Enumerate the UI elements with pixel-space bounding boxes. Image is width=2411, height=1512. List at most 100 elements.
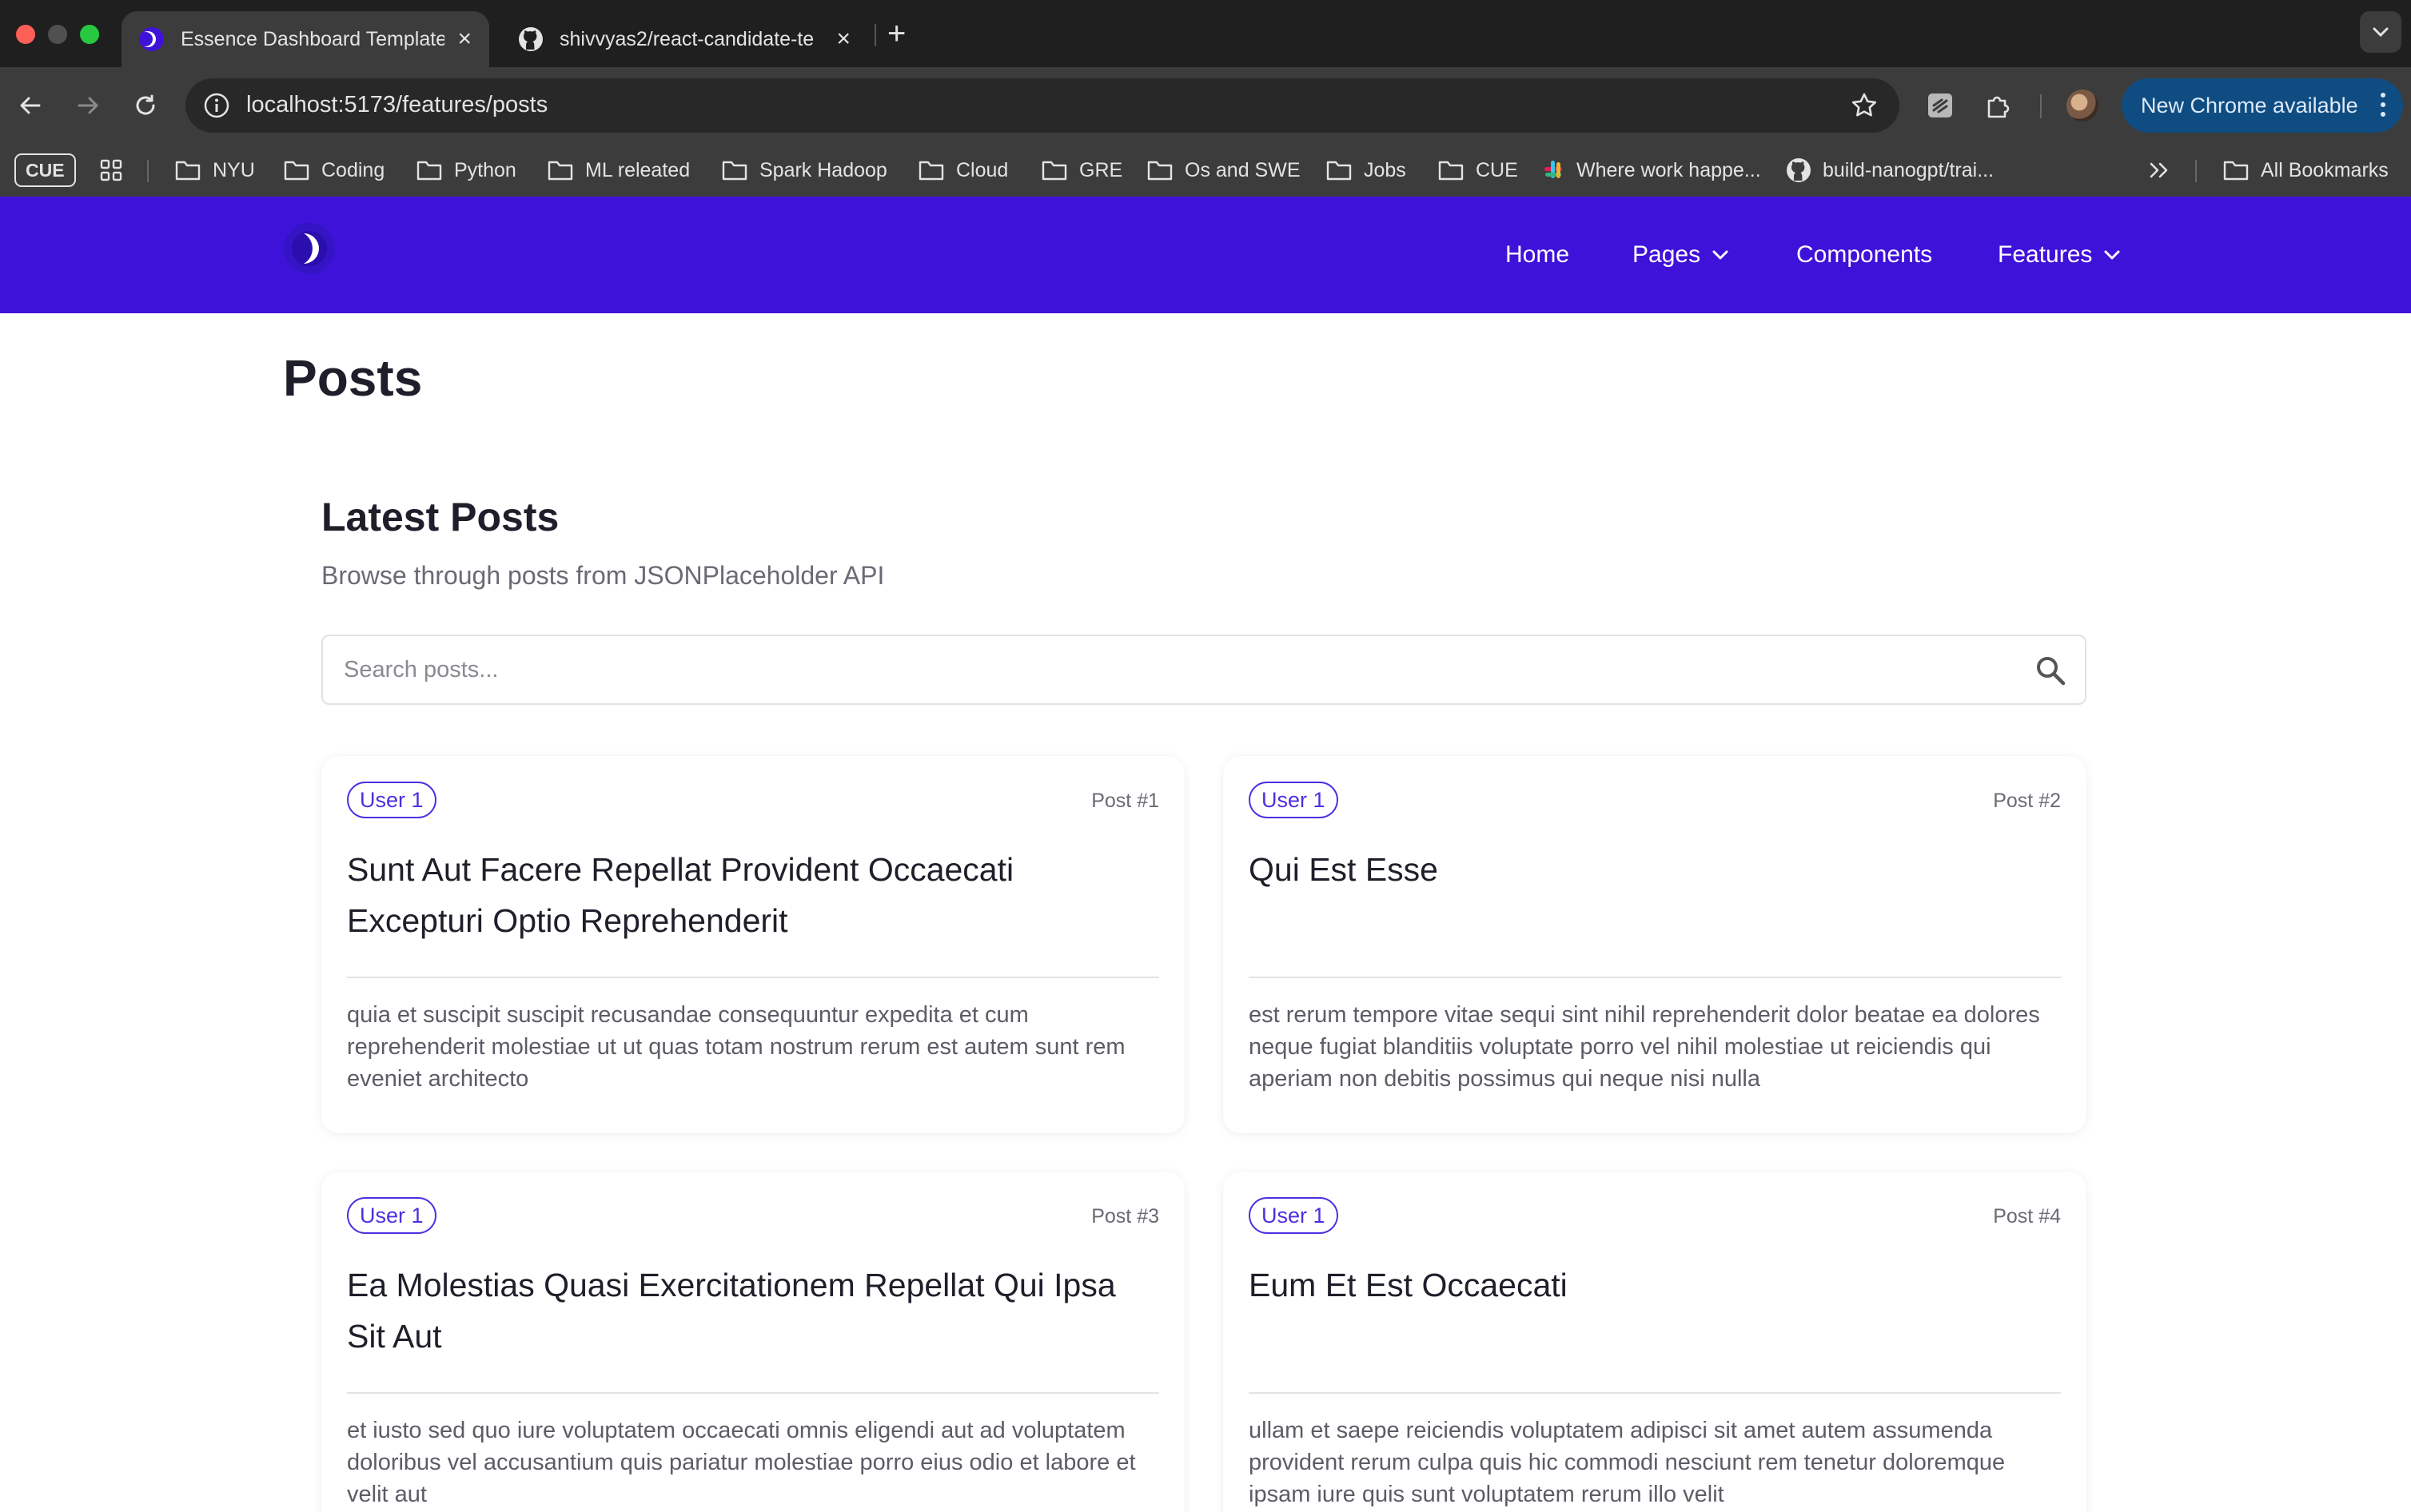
bookmark-folder-ml-releated[interactable]: ML releated [547, 144, 690, 197]
bookmark-label: NYU [213, 158, 255, 181]
nav-features-dropdown[interactable]: Features [1998, 197, 2121, 313]
user-badge: User 1 [1249, 1197, 1338, 1234]
chevron-down-icon [2103, 249, 2121, 261]
nav-pages-dropdown[interactable]: Pages [1632, 197, 1729, 313]
reload-icon[interactable] [128, 88, 163, 123]
folder-icon [1437, 159, 1465, 181]
post-body: et iusto sed quo iure voluptatem occaeca… [347, 1418, 1136, 1507]
folder-icon [416, 159, 443, 181]
apps-grid-icon[interactable] [99, 144, 123, 197]
extension-icon[interactable] [1923, 88, 1958, 123]
post-number: Post #1 [1091, 790, 1159, 812]
post-number: Post #2 [1993, 790, 2061, 812]
tab-search-chevron-icon[interactable] [2360, 11, 2401, 53]
search-input[interactable] [344, 636, 1991, 703]
bookmark-folder-nyu[interactable]: NYU [174, 144, 255, 197]
more-bookmarks-chevron-icon[interactable] [2149, 144, 2170, 197]
bookmark-label: Python [454, 158, 516, 181]
nav-components-link[interactable]: Components [1796, 197, 1932, 313]
bookmark-folder-spark-hadoop[interactable]: Spark Hadoop [721, 144, 887, 197]
site-info-icon[interactable] [203, 92, 230, 119]
new-tab-plus-icon[interactable]: + [887, 16, 906, 51]
page-title: Posts [283, 349, 423, 407]
browser-tab[interactable]: shivvyas2/react-candidate-te × [500, 11, 868, 67]
browser-tab-strip: Essence Dashboard Template × shivvyas2/r… [0, 0, 2411, 67]
forward-arrow-icon[interactable] [70, 88, 106, 123]
bookmark-label: ML releated [585, 158, 691, 181]
update-label: New Chrome available [2141, 93, 2358, 117]
bookmark-folder-python[interactable]: Python [416, 144, 516, 197]
window-close-button[interactable] [16, 25, 35, 44]
chevron-down-icon [1712, 249, 1729, 261]
bookmark-label: CUE [1476, 158, 1518, 181]
bookmark-star-icon[interactable] [1850, 91, 1879, 120]
bookmark-separator [147, 160, 149, 182]
tab-close-icon[interactable]: × [836, 27, 851, 51]
bookmark-slack[interactable]: Where work happe... [1541, 144, 1761, 197]
address-bar[interactable]: localhost:5173/features/posts [185, 78, 1899, 133]
post-body: est rerum tempore vitae sequi sint nihil… [1249, 1002, 2040, 1092]
bookmark-label: Coding [321, 158, 385, 181]
profile-avatar[interactable] [2066, 90, 2098, 121]
new-chrome-available-button[interactable]: New Chrome available [2122, 78, 2403, 133]
bookmark-folder-gre[interactable]: GRE [1041, 144, 1122, 197]
bookmark-label: Cloud [956, 158, 1009, 181]
bookmark-folder-os-and-swe[interactable]: Os and SWE [1146, 144, 1301, 197]
post-card[interactable]: User 1 Post #4 Eum Et Est Occaecati ulla… [1223, 1172, 2086, 1512]
essence-logo-icon[interactable] [283, 222, 336, 275]
post-title: Eum Et Est Occaecati [1249, 1267, 1568, 1303]
post-title: Ea Molestias Quasi Exercitationem Repell… [347, 1267, 1116, 1355]
post-body: quia et suscipit suscipit recusandae con… [347, 1002, 1126, 1092]
essence-logo-icon [139, 26, 165, 52]
folder-icon [1146, 159, 1174, 181]
post-card[interactable]: User 1 Post #3 Ea Molestias Quasi Exerci… [321, 1172, 1185, 1512]
window-maximize-button[interactable] [80, 25, 99, 44]
tab-close-icon[interactable]: × [457, 27, 472, 51]
folder-icon [2222, 159, 2250, 181]
post-number: Post #4 [1993, 1205, 2061, 1228]
folder-icon [174, 159, 201, 181]
nav-label: Features [1998, 241, 2093, 268]
nav-home-link[interactable]: Home [1505, 197, 1569, 313]
bookmark-cue-badge[interactable]: CUE [14, 153, 76, 187]
folder-icon [283, 159, 310, 181]
section-title: Latest Posts [321, 495, 560, 539]
search-box [321, 635, 2086, 705]
bookmark-label: GRE [1079, 158, 1123, 181]
address-url: localhost:5173/features/posts [246, 92, 548, 117]
post-number: Post #3 [1091, 1205, 1159, 1228]
search-icon[interactable] [2034, 654, 2067, 687]
folder-icon [547, 159, 574, 181]
post-title: Sunt Aut Facere Repellat Provident Occae… [347, 851, 1014, 939]
all-bookmarks-folder[interactable]: All Bookmarks [2222, 144, 2389, 197]
folder-icon [918, 159, 945, 181]
browser-tab-active[interactable]: Essence Dashboard Template × [122, 11, 489, 67]
folder-icon [721, 159, 748, 181]
bookmark-folder-cloud[interactable]: Cloud [918, 144, 1008, 197]
bookmarks-bar: CUE NYU Coding Python ML releated Spark … [0, 144, 2411, 197]
post-body: ullam et saepe reiciendis voluptatem adi… [1249, 1418, 2006, 1507]
bookmark-github[interactable]: build-nanogpt/trai... [1786, 144, 1994, 197]
bookmark-folder-cue[interactable]: CUE [1437, 144, 1518, 197]
toolbar-separator [2040, 94, 2042, 118]
window-minimize-button[interactable] [48, 25, 67, 44]
extensions-puzzle-icon[interactable] [1981, 88, 2016, 123]
bookmark-folder-jobs[interactable]: Jobs [1325, 144, 1406, 197]
back-arrow-icon[interactable] [13, 88, 48, 123]
nav-label: Pages [1632, 241, 1701, 268]
menu-dots-icon[interactable] [2381, 93, 2387, 121]
card-divider [347, 977, 1159, 978]
user-badge: User 1 [1249, 782, 1338, 818]
card-divider [347, 1392, 1159, 1394]
folder-icon [1325, 159, 1353, 181]
bookmark-folder-coding[interactable]: Coding [283, 144, 385, 197]
user-badge: User 1 [347, 782, 436, 818]
bookmark-separator [2195, 160, 2197, 182]
post-title: Qui Est Esse [1249, 851, 1438, 888]
bookmark-label: Where work happe... [1576, 158, 1761, 181]
bookmark-label: Spark Hadoop [759, 158, 887, 181]
bookmark-label: Jobs [1364, 158, 1406, 181]
card-divider [1249, 977, 2061, 978]
post-card[interactable]: User 1 Post #1 Sunt Aut Facere Repellat … [321, 756, 1185, 1133]
post-card[interactable]: User 1 Post #2 Qui Est Esse est rerum te… [1223, 756, 2086, 1133]
